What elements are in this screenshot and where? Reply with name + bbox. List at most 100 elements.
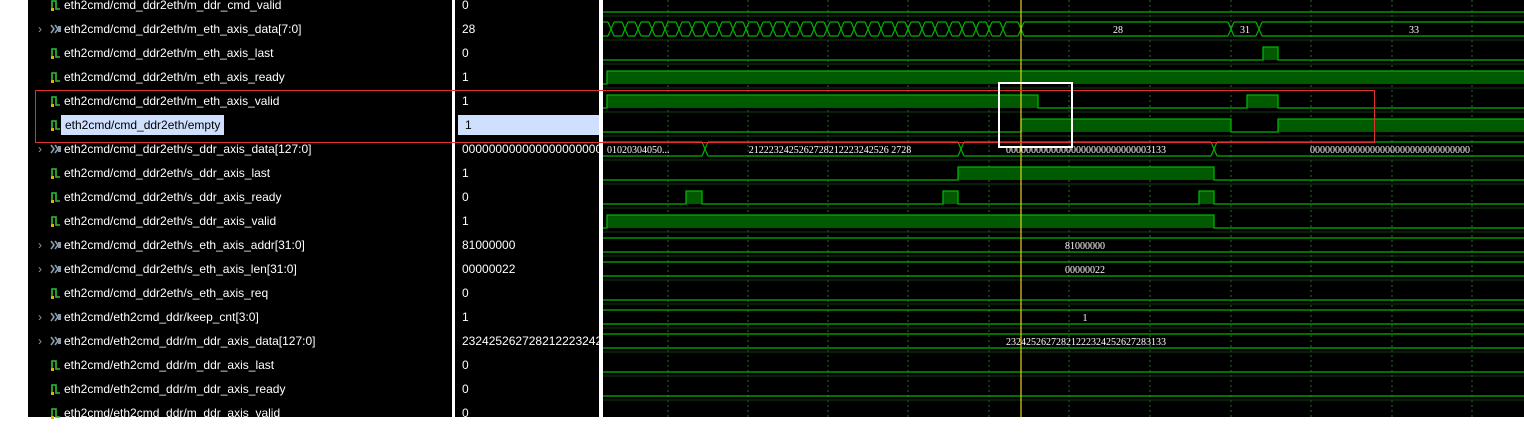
bit-signal-icon [50, 65, 62, 89]
bus-transition [675, 21, 683, 37]
bus-waveform [844, 21, 851, 37]
wave-high-fill [958, 167, 1214, 180]
wave-high-fill [1263, 47, 1278, 60]
signal-row[interactable]: eth2cmd/cmd_ddr2eth/s_ddr_axis_ready [28, 185, 452, 209]
red-highlight-box [35, 90, 1375, 143]
signal-row[interactable]: › eth2cmd/eth2cmd_ddr/keep_cnt[3:0] [28, 305, 452, 329]
bus-value-label: 1 [1083, 313, 1088, 324]
bus-waveform [857, 21, 865, 37]
signal-name-pane[interactable]: eth2cmd/cmd_ddr2eth/m_ddr_cmd_valid › eth2… [28, 0, 452, 420]
bus-waveform [603, 21, 608, 37]
bit-signal-icon [50, 281, 62, 305]
bus-transition [850, 21, 858, 37]
bus-waveform [817, 21, 824, 37]
bus-waveform [790, 21, 797, 37]
bus-signal-icon [50, 233, 62, 257]
signal-value: 2324252627282122232425262728313 [462, 334, 599, 348]
bus-waveform [641, 21, 649, 37]
waveform-pane[interactable]: 28 31 33 01020304050... 21222324252627282122… [603, 0, 1524, 425]
signal-row[interactable]: › eth2cmd/cmd_ddr2eth/s_eth_axis_len[31:0… [28, 257, 452, 281]
bus-transition [931, 21, 939, 37]
bit-signal-icon [50, 353, 62, 377]
signal-name: eth2cmd/cmd_ddr2eth/s_eth_axis_addr[31:0… [64, 238, 305, 252]
bus-transition [1255, 21, 1263, 37]
bus-value-label: 00000000000000000000000000000000 [1310, 145, 1470, 156]
bus-waveform [628, 21, 635, 37]
bus-transition [621, 21, 629, 37]
signal-value: 0 [462, 190, 469, 204]
bus-waveform [1024, 21, 1228, 37]
bus-transition [796, 21, 804, 37]
bus-transition [607, 21, 615, 37]
bus-transition [918, 21, 926, 37]
bit-signal-icon [50, 401, 62, 425]
bus-signal-icon [50, 257, 62, 281]
bus-transition [1210, 141, 1218, 157]
bus-waveform [603, 237, 1524, 253]
bit-waveform [603, 190, 1524, 205]
bit-signal-icon [50, 0, 62, 17]
waveform-canvas[interactable]: 28 31 33 01020304050... 21222324252627282122… [603, 0, 1524, 425]
bus-value-label: 01020304050... [607, 145, 670, 156]
bit-signal-icon [50, 41, 62, 65]
signal-value: 0 [462, 358, 469, 372]
bus-waveform [655, 21, 662, 37]
bus-waveform [603, 261, 1524, 277]
waveform-viewer: eth2cmd/cmd_ddr2eth/m_ddr_cmd_valid › eth2… [0, 0, 1524, 425]
bus-transition [958, 21, 966, 37]
signal-value: 81000000 [462, 238, 516, 252]
signal-name: eth2cmd/eth2cmd_ddr/keep_cnt[3:0] [64, 310, 259, 324]
bus-transition [756, 21, 764, 37]
bus-transition [945, 21, 953, 37]
signal-value: 0 [462, 286, 469, 300]
expand-chevron-icon[interactable]: › [35, 17, 45, 41]
bus-value-label: 28 [1113, 25, 1123, 36]
bus-transition [661, 21, 669, 37]
expand-chevron-icon[interactable]: › [35, 233, 45, 257]
bus-transition [648, 21, 656, 37]
bus-waveform [722, 21, 730, 37]
bus-waveform [979, 21, 986, 37]
wave-high-fill [686, 191, 702, 204]
signal-row[interactable]: › eth2cmd/cmd_ddr2eth/s_eth_axis_addr[31:… [28, 233, 452, 257]
bit-signal-icon [50, 161, 62, 185]
expand-chevron-icon[interactable]: › [35, 305, 45, 329]
signal-row[interactable]: eth2cmd/cmd_ddr2eth/m_eth_axis_last [28, 41, 452, 65]
signal-row[interactable]: eth2cmd/eth2cmd_ddr/m_ddr_axis_ready [28, 377, 452, 401]
signal-value: 1 [462, 166, 469, 180]
signal-row[interactable]: eth2cmd/eth2cmd_ddr/m_ddr_axis_valid [28, 401, 452, 425]
bus-waveform [830, 21, 838, 37]
bus-waveform [898, 21, 905, 37]
bus-transition [769, 21, 777, 37]
signal-row[interactable]: eth2cmd/eth2cmd_ddr/m_ddr_axis_last [28, 353, 452, 377]
expand-chevron-icon[interactable]: › [35, 329, 45, 353]
signal-row[interactable]: eth2cmd/cmd_ddr2eth/s_ddr_axis_last [28, 161, 452, 185]
bus-waveform [884, 21, 892, 37]
bus-waveform [1006, 21, 1018, 37]
bus-value-label: 31 [1240, 25, 1250, 36]
bus-transition [904, 21, 912, 37]
expand-chevron-icon[interactable]: › [35, 257, 45, 281]
signal-row[interactable]: › eth2cmd/eth2cmd_ddr/m_ddr_axis_data[127… [28, 329, 452, 353]
signal-row[interactable]: eth2cmd/cmd_ddr2eth/s_ddr_axis_valid [28, 209, 452, 233]
wave-high-fill [607, 215, 1214, 228]
bus-waveform [911, 21, 919, 37]
bus-signal-icon [50, 305, 62, 329]
left-gutter [0, 0, 28, 417]
bus-transition [891, 21, 899, 37]
signal-name: eth2cmd/cmd_ddr2eth/s_ddr_axis_ready [64, 190, 282, 204]
bus-transition [701, 141, 709, 157]
bit-signal-icon [50, 377, 62, 401]
bus-value-label: 2122232425262728212223242526 2728 [749, 145, 912, 156]
bus-waveform [803, 21, 811, 37]
signal-row[interactable]: eth2cmd/cmd_ddr2eth/s_eth_axis_req [28, 281, 452, 305]
bus-waveform [709, 21, 716, 37]
bus-signal-icon [50, 329, 62, 353]
bus-transition [864, 21, 872, 37]
signal-row[interactable]: › eth2cmd/cmd_ddr2eth/m_eth_axis_data[7:0… [28, 17, 452, 41]
signal-value-pane[interactable]: 0280111000000000000000000000000000000001… [455, 0, 599, 417]
wave-high-fill [1199, 191, 1214, 204]
signal-row[interactable]: eth2cmd/cmd_ddr2eth/m_ddr_cmd_valid [28, 0, 452, 17]
bus-transition [837, 21, 845, 37]
signal-row[interactable]: eth2cmd/cmd_ddr2eth/m_eth_axis_ready [28, 65, 452, 89]
